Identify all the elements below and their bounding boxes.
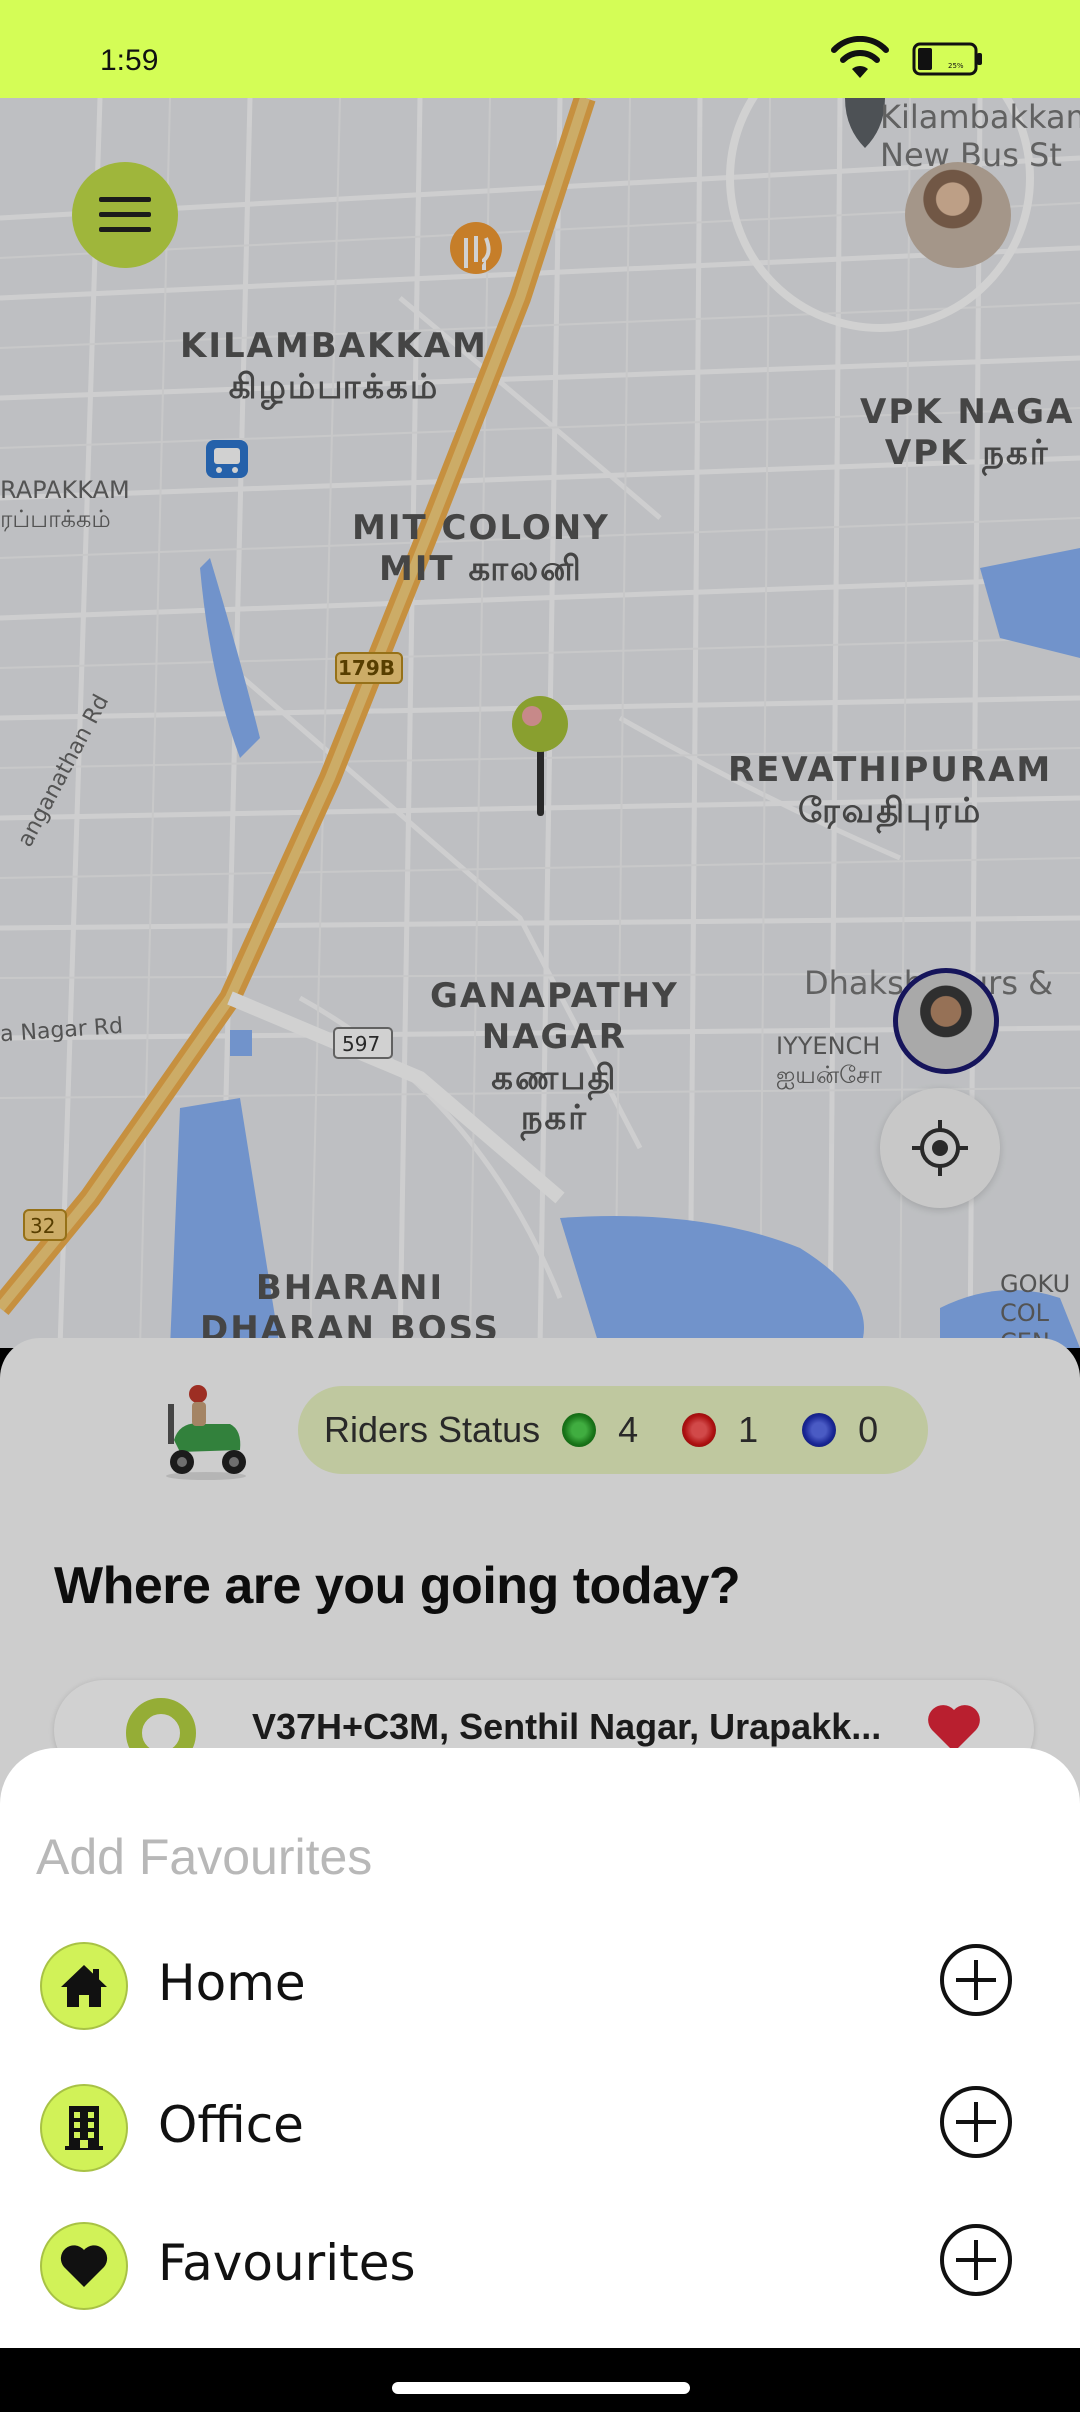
favourite-label-office: Office <box>158 2096 304 2154</box>
favourite-row-home[interactable]: Home <box>0 1942 1080 2052</box>
add-favourites-sheet: Add Favourites Home Office Favourites <box>0 1748 1080 2348</box>
home-indicator[interactable] <box>392 2382 690 2394</box>
wifi-icon <box>831 36 889 78</box>
battery-label: 25% <box>948 62 964 70</box>
favourite-row-favourites[interactable]: Favourites <box>0 2222 1080 2332</box>
building-icon <box>40 2084 128 2172</box>
sheet-title: Add Favourites <box>36 1829 373 1885</box>
favourite-row-office[interactable]: Office <box>0 2084 1080 2194</box>
status-time: 1:59 <box>100 44 159 77</box>
favourite-label-favourites: Favourites <box>158 2234 416 2292</box>
system-nav-bar <box>0 2348 1080 2412</box>
add-office-button[interactable] <box>938 2084 1014 2160</box>
status-bar: 1:59 25% <box>0 0 1080 98</box>
add-favourites-button[interactable] <box>938 2222 1014 2298</box>
battery-icon: 25% <box>912 42 982 76</box>
favourite-label-home: Home <box>158 1954 306 2012</box>
add-home-button[interactable] <box>938 1942 1014 2018</box>
heart-icon <box>40 2222 128 2310</box>
home-icon <box>40 1942 128 2030</box>
